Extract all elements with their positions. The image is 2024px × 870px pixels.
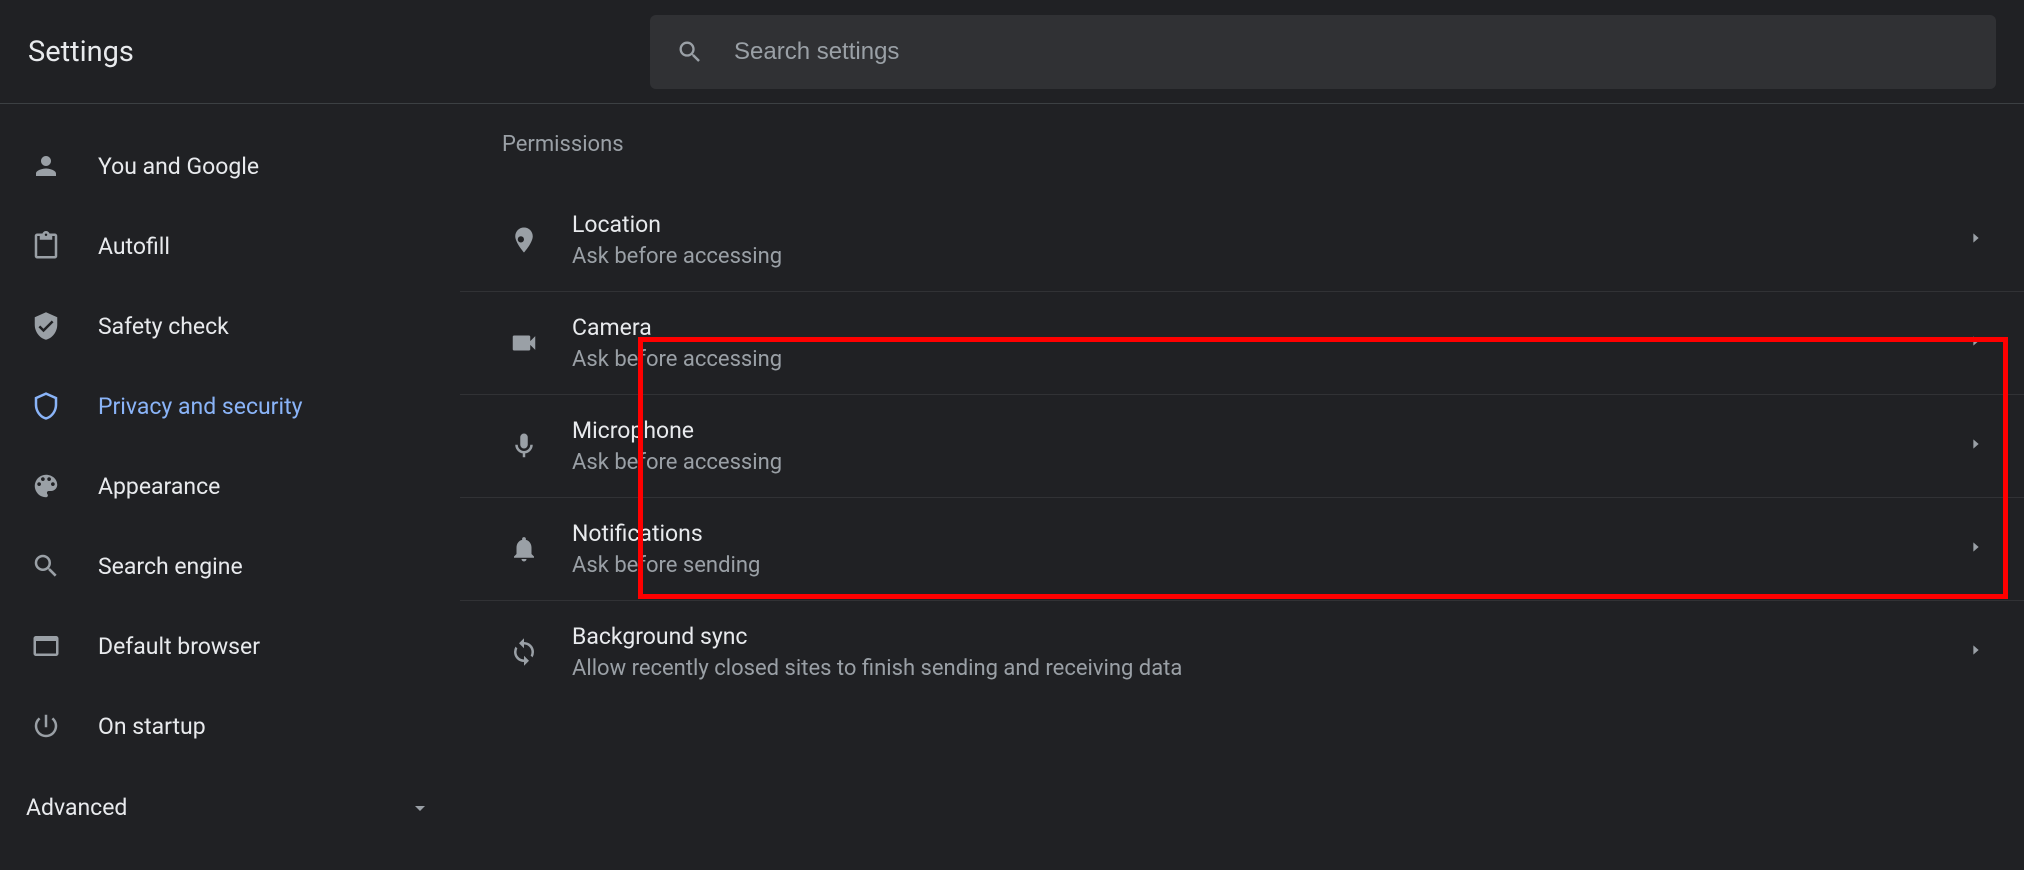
clipboard-icon xyxy=(26,231,66,261)
main-content: Permissions Location Ask before accessin… xyxy=(460,104,2024,870)
sidebar-item-you-and-google[interactable]: You and Google xyxy=(0,126,460,206)
permission-title: Camera xyxy=(572,314,1968,341)
sidebar-item-autofill[interactable]: Autofill xyxy=(0,206,460,286)
sidebar-item-label: Default browser xyxy=(98,633,260,660)
camera-icon xyxy=(494,328,554,358)
search-input[interactable] xyxy=(734,38,1996,66)
sidebar-advanced-toggle[interactable]: Advanced xyxy=(0,766,460,821)
app-header: Settings xyxy=(0,0,2024,104)
shield-check-icon xyxy=(26,311,66,341)
sidebar-item-appearance[interactable]: Appearance xyxy=(0,446,460,526)
permission-row-location[interactable]: Location Ask before accessing xyxy=(460,189,2024,291)
permission-subtitle: Ask before sending xyxy=(572,553,1968,578)
sidebar-item-safety-check[interactable]: Safety check xyxy=(0,286,460,366)
search-box[interactable] xyxy=(650,15,1996,89)
sidebar-item-label: On startup xyxy=(98,713,206,740)
sidebar-item-search-engine[interactable]: Search engine xyxy=(0,526,460,606)
sidebar-item-label: Privacy and security xyxy=(98,393,302,420)
permission-title: Notifications xyxy=(572,520,1968,547)
sidebar: You and Google Autofill Safety check Pri… xyxy=(0,104,460,870)
chevron-down-icon xyxy=(408,796,432,820)
palette-icon xyxy=(26,471,66,501)
permission-subtitle: Ask before accessing xyxy=(572,244,1968,269)
section-title: Permissions xyxy=(460,132,2024,189)
advanced-label: Advanced xyxy=(26,794,127,821)
chevron-right-icon xyxy=(1968,539,1984,559)
sidebar-item-default-browser[interactable]: Default browser xyxy=(0,606,460,686)
sync-icon xyxy=(494,637,554,667)
permission-row-microphone[interactable]: Microphone Ask before accessing xyxy=(460,394,2024,497)
sidebar-item-label: You and Google xyxy=(98,153,259,180)
search-icon xyxy=(26,551,66,581)
shield-icon xyxy=(26,391,66,421)
browser-icon xyxy=(26,631,66,661)
permission-row-background-sync[interactable]: Background sync Allow recently closed si… xyxy=(460,600,2024,703)
sidebar-item-label: Safety check xyxy=(98,313,229,340)
sidebar-item-privacy-security[interactable]: Privacy and security xyxy=(0,366,460,446)
sidebar-item-label: Search engine xyxy=(98,553,243,580)
chevron-right-icon xyxy=(1968,642,1984,662)
chevron-right-icon xyxy=(1968,333,1984,353)
permission-title: Background sync xyxy=(572,623,1968,650)
location-icon xyxy=(494,225,554,255)
permission-title: Location xyxy=(572,211,1968,238)
microphone-icon xyxy=(494,431,554,461)
permissions-list: Location Ask before accessing Camera Ask… xyxy=(460,189,2024,703)
person-icon xyxy=(26,151,66,181)
page-title: Settings xyxy=(0,35,650,69)
permission-subtitle: Allow recently closed sites to finish se… xyxy=(572,656,1968,681)
permission-row-camera[interactable]: Camera Ask before accessing xyxy=(460,291,2024,394)
permission-subtitle: Ask before accessing xyxy=(572,450,1968,475)
bell-icon xyxy=(494,534,554,564)
sidebar-item-on-startup[interactable]: On startup xyxy=(0,686,460,766)
chevron-right-icon xyxy=(1968,436,1984,456)
sidebar-item-label: Appearance xyxy=(98,473,220,500)
sidebar-item-label: Autofill xyxy=(98,233,170,260)
search-icon xyxy=(676,38,704,66)
power-icon xyxy=(26,711,66,741)
permission-title: Microphone xyxy=(572,417,1968,444)
chevron-right-icon xyxy=(1968,230,1984,250)
permission-subtitle: Ask before accessing xyxy=(572,347,1968,372)
permission-row-notifications[interactable]: Notifications Ask before sending xyxy=(460,497,2024,600)
